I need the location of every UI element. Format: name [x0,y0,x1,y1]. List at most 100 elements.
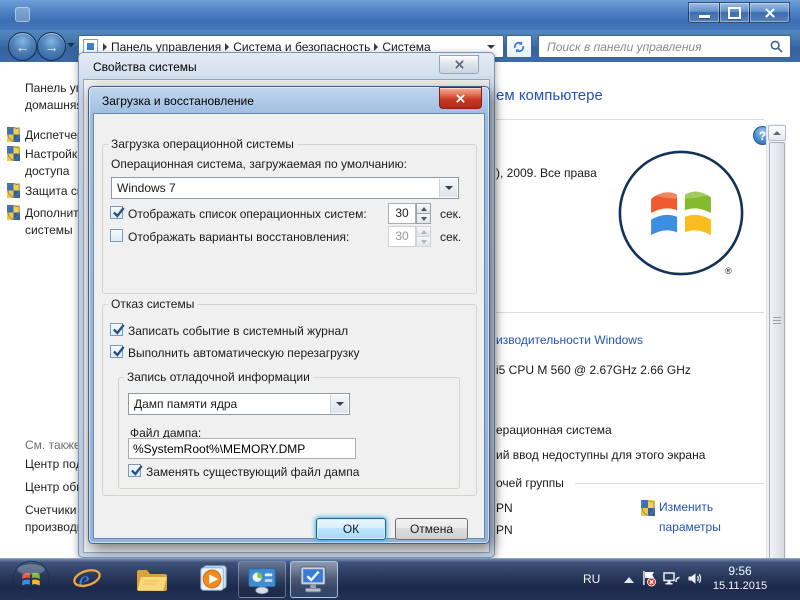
sidebar-item-remote-access-line2[interactable]: доступа [25,164,69,178]
close-icon [456,94,465,103]
taskbar-item-system[interactable] [290,561,338,598]
recent-pages-chevron[interactable] [67,43,75,47]
dialog-title: Загрузка и восстановление [102,94,254,108]
uac-shield-icon [641,500,655,516]
performance-index-link[interactable]: изводительности Windows [496,333,643,347]
scrollbar-grip [773,317,781,325]
volume-icon[interactable] [687,571,703,586]
overwrite-label[interactable]: Заменять существующий файл дампа [146,465,359,479]
show-os-list-checkbox[interactable] [110,206,123,219]
minimize-button[interactable] [688,2,720,23]
taskbar-item-media-player[interactable] [198,564,228,594]
action-center-icon[interactable] [641,570,656,587]
network-icon[interactable] [663,571,680,586]
search-icon[interactable] [770,40,783,53]
log-event-checkbox[interactable] [110,323,123,336]
show-recovery-checkbox[interactable] [110,229,123,242]
uac-shield-icon [7,127,20,142]
change-settings-link-line2[interactable]: параметры [659,520,721,534]
taskbar: e [0,558,800,600]
back-button[interactable]: ← [8,32,37,61]
seconds-label: сек. [440,230,461,244]
maximize-button[interactable] [719,2,750,23]
os-list-timeout-spinner[interactable] [416,203,431,224]
spin-up-icon [416,226,431,237]
recovery-timeout-field: 30 [388,226,416,247]
uac-shield-icon [7,205,20,220]
clock-time: 9:56 [706,563,774,579]
uac-shield-icon [7,183,20,198]
scroll-up-button[interactable] [768,125,786,141]
pen-touch-value: ий ввод недоступны для этого экрана [496,448,705,462]
divider [496,119,764,120]
failure-group-label: Отказ системы [108,297,197,311]
dialog-body: Загрузка операционной системы Операционн… [93,113,485,539]
desktop: ← → Панель управления Система и безопасн… [0,0,800,600]
control-panel-icon [247,565,277,595]
os-type-value: ерационная система [496,423,612,437]
dump-type-combobox[interactable]: Дамп памяти ядра [128,393,350,415]
auto-restart-label[interactable]: Выполнить автоматическую перезагрузку [128,346,360,360]
default-os-combobox[interactable]: Windows 7 [111,177,459,199]
divider [575,483,764,484]
close-icon [765,8,775,18]
uac-shield-icon [7,146,20,161]
startup-recovery-dialog: Загрузка и восстановление Загрузка опера… [88,86,490,544]
refresh-button[interactable] [506,35,532,58]
combo-dropdown-button[interactable] [439,179,457,197]
sidebar-item-advanced-settings-line2[interactable]: системы [25,223,73,237]
divider [496,312,764,313]
scrollbar-thumb[interactable] [769,142,785,597]
ok-button[interactable]: ОК [316,518,386,540]
clock[interactable]: 9:56 15.11.2015 [706,563,774,594]
dump-type-value: Дамп памяти ядра [134,397,237,411]
taskbar-item-internet-explorer[interactable]: e [72,564,102,594]
taskbar-item-control-panel[interactable] [238,561,286,598]
dump-file-input[interactable] [128,438,356,459]
show-hidden-icons-button[interactable] [624,577,634,583]
search-input[interactable] [545,39,769,55]
spin-up-icon[interactable] [416,203,431,214]
chevron-down-icon [336,402,344,406]
spin-down-icon[interactable] [416,214,431,224]
dialog-title: Свойства системы [93,60,197,74]
address-dropdown-icon[interactable] [487,45,495,49]
close-button[interactable] [439,87,482,109]
auto-restart-checkbox[interactable] [110,345,123,358]
seconds-label: сек. [440,207,461,221]
refresh-icon [512,40,526,54]
sidebar-see-also-header: См. также [25,438,81,452]
default-os-label: Операционная система, загружаемая по умо… [111,157,407,171]
scrollbar[interactable] [766,124,786,600]
minimize-icon [699,15,710,18]
clock-date: 15.11.2015 [706,579,774,594]
default-os-value: Windows 7 [117,181,176,195]
search-box[interactable] [538,35,791,58]
boot-group-label: Загрузка операционной системы [108,137,297,151]
recovery-timeout-spinner [416,226,431,247]
overwrite-checkbox[interactable] [128,464,141,477]
cpu-value: i5 CPU M 560 @ 2.67GHz 2.66 GHz [496,363,691,377]
start-button[interactable] [12,560,50,598]
change-settings-link[interactable]: Изменить [659,500,713,514]
chevron-down-icon [445,186,453,190]
taskbar-item-explorer[interactable] [135,566,168,593]
computer-name-value: PN [496,501,513,515]
close-icon [455,60,464,69]
window-icon [15,7,30,22]
show-recovery-label[interactable]: Отображать варианты восстановления: [128,230,349,244]
spin-down-icon [416,237,431,247]
combo-dropdown-button[interactable] [330,395,348,413]
registered-mark: ® [725,266,732,276]
log-event-label[interactable]: Записать событие в системный журнал [128,324,348,338]
forward-button[interactable]: → [37,32,66,61]
language-indicator[interactable]: RU [583,572,600,586]
show-os-list-label[interactable]: Отображать список операционных систем: [128,207,367,221]
close-button[interactable] [749,2,790,23]
page-title: ем компьютере [496,87,603,104]
os-list-timeout-field[interactable]: 30 [388,203,416,224]
computer-fullname-value: PN [496,523,513,537]
cancel-button[interactable]: Отмена [395,518,468,540]
maximize-icon [728,7,741,19]
close-button[interactable] [439,55,479,74]
